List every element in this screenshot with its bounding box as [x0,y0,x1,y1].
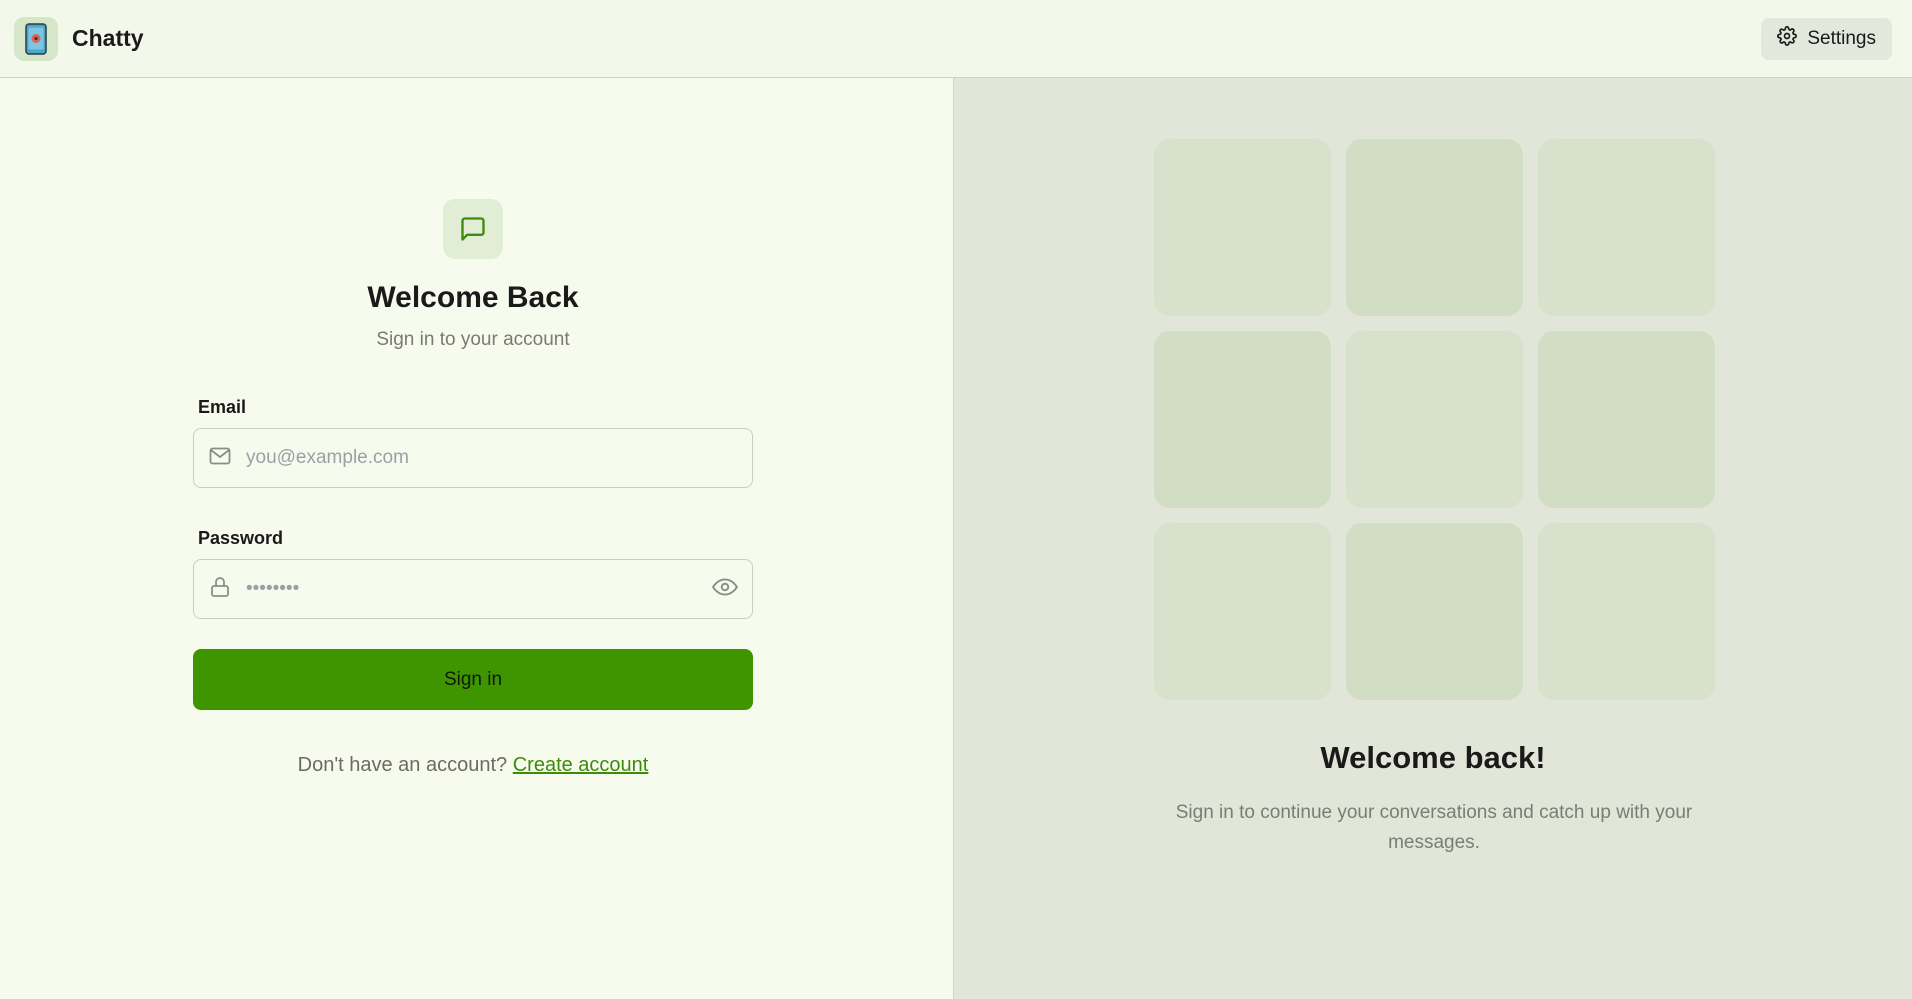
promo-title: Welcome back! [1320,740,1546,775]
password-field-wrapper [193,559,753,619]
settings-button[interactable]: Settings [1761,17,1892,60]
signup-prompt: Don't have an account? [297,754,508,776]
chat-bubble-icon [443,199,503,259]
login-panel: Welcome Back Sign in to your account Ema… [0,78,953,999]
promo-description: Sign in to continue your conversations a… [1175,802,1693,853]
tile-grid [1154,139,1715,700]
pattern-tile [1346,331,1523,508]
lock-icon [208,575,232,604]
pattern-tile [1154,523,1331,700]
app-name: Chatty [72,25,144,51]
email-label: Email [198,397,247,417]
create-account-link[interactable]: Create account [513,754,649,776]
page-subtitle: Sign in to your account [376,329,570,350]
page-title: Welcome Back [367,281,579,314]
password-field[interactable] [244,577,700,601]
settings-label: Settings [1807,27,1876,49]
sign-in-button[interactable]: Sign in [193,649,753,710]
pattern-tile [1538,331,1715,508]
promo-panel: Welcome back! Sign in to continue your c… [953,78,1912,999]
eye-icon[interactable] [712,574,738,605]
pattern-tile [1346,523,1523,700]
phone-app-icon [14,16,58,61]
password-label: Password [198,528,284,548]
pattern-tile [1538,523,1715,700]
pattern-tile [1154,139,1331,316]
gear-icon [1777,25,1798,52]
pattern-tile [1538,139,1715,316]
email-field-wrapper [193,428,753,488]
brand[interactable]: Chatty [14,16,144,61]
pattern-tile [1154,331,1331,508]
email-field[interactable] [244,446,738,470]
mail-icon [208,444,232,473]
pattern-tile [1346,139,1523,316]
top-header: Chatty Settings [0,0,1912,78]
login-form: Welcome Back Sign in to your account Ema… [193,199,753,777]
signup-row: Don't have an account? Create account [193,754,753,777]
